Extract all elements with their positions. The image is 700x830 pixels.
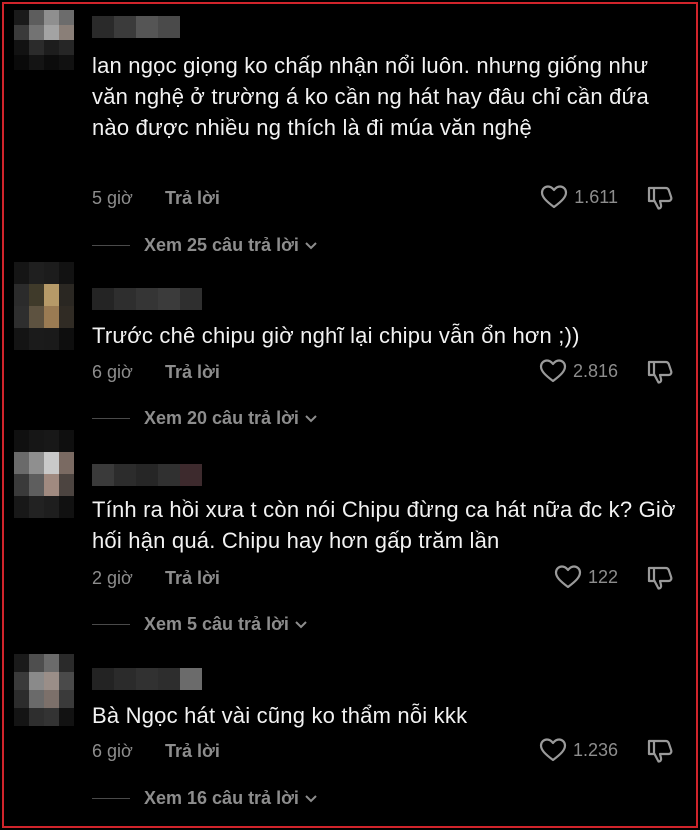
chevron-down-icon: [305, 415, 317, 423]
view-replies-button[interactable]: Xem 5 câu trả lời: [92, 612, 309, 636]
comment-meta: 6 giờ Trả lời 1.236: [92, 737, 682, 767]
username-redacted[interactable]: [92, 288, 202, 310]
heart-outline-icon: [539, 359, 567, 383]
avatar[interactable]: [14, 10, 74, 70]
like-count: 2.816: [572, 360, 618, 381]
avatar[interactable]: [14, 430, 74, 518]
comment-text: Bà Ngọc hát vài cũng ko thẩm nỗi kkk: [92, 703, 468, 728]
avatar[interactable]: [14, 262, 74, 350]
comment-meta: 5 giờ Trả lời 1.611: [92, 184, 682, 214]
view-replies-label: Xem 16 câu trả lời: [144, 787, 299, 808]
view-replies-label: Xem 25 câu trả lời: [144, 234, 299, 255]
thumbs-down-icon: [647, 739, 673, 763]
comment-meta: 6 giờ Trả lời 2.816: [92, 358, 682, 388]
heart-outline-icon: [539, 738, 567, 762]
username-redacted[interactable]: [92, 668, 202, 690]
dislike-button[interactable]: [646, 564, 674, 592]
chevron-down-icon: [305, 242, 317, 250]
divider-line: [92, 417, 130, 419]
view-replies-button[interactable]: Xem 20 câu trả lời: [92, 406, 319, 430]
like-button[interactable]: 122: [554, 564, 618, 590]
reply-button[interactable]: Trả lời: [165, 568, 220, 589]
comment-text: lan ngọc giọng ko chấp nhận nổi luôn. nh…: [92, 53, 649, 140]
view-replies-label: Xem 5 câu trả lời: [144, 613, 289, 634]
comment-time: 2 giờ: [92, 568, 133, 588]
username-redacted[interactable]: [92, 464, 202, 486]
comment-meta: 2 giờ Trả lời 122: [92, 564, 682, 594]
comment-text: Tính ra hồi xưa t còn nói Chipu đừng ca …: [92, 497, 676, 553]
dislike-button[interactable]: [646, 184, 674, 212]
reply-button[interactable]: Trả lời: [165, 362, 220, 383]
reply-button[interactable]: Trả lời: [165, 741, 220, 762]
like-count: 122: [587, 566, 618, 587]
reply-button[interactable]: Trả lời: [165, 188, 220, 209]
thumbs-down-icon: [647, 360, 673, 384]
comment-text: Trước chê chipu giờ nghĩ lại chipu vẫn ổ…: [92, 323, 580, 348]
divider-line: [92, 797, 130, 799]
view-replies-button[interactable]: Xem 25 câu trả lời: [92, 233, 319, 257]
divider-line: [92, 244, 130, 246]
like-count: 1.611: [574, 186, 618, 207]
comment-time: 6 giờ: [92, 362, 133, 382]
heart-outline-icon: [541, 185, 568, 209]
chevron-down-icon: [295, 621, 307, 629]
heart-outline-icon: [554, 565, 582, 589]
username-redacted[interactable]: [92, 16, 180, 38]
dislike-button[interactable]: [646, 737, 674, 765]
comment-time: 5 giờ: [92, 188, 133, 208]
chevron-down-icon: [305, 795, 317, 803]
thumbs-down-icon: [647, 566, 673, 590]
view-replies-button[interactable]: Xem 16 câu trả lời: [92, 786, 319, 810]
dislike-button[interactable]: [646, 358, 674, 386]
divider-line: [92, 623, 130, 625]
view-replies-label: Xem 20 câu trả lời: [144, 407, 299, 428]
comment-time: 6 giờ: [92, 741, 133, 761]
like-button[interactable]: 1.236: [539, 737, 618, 763]
like-button[interactable]: 2.816: [539, 358, 618, 384]
like-count: 1.236: [572, 739, 618, 760]
thumbs-down-icon: [647, 186, 673, 210]
avatar[interactable]: [14, 654, 74, 728]
like-button[interactable]: 1.611: [540, 184, 618, 210]
